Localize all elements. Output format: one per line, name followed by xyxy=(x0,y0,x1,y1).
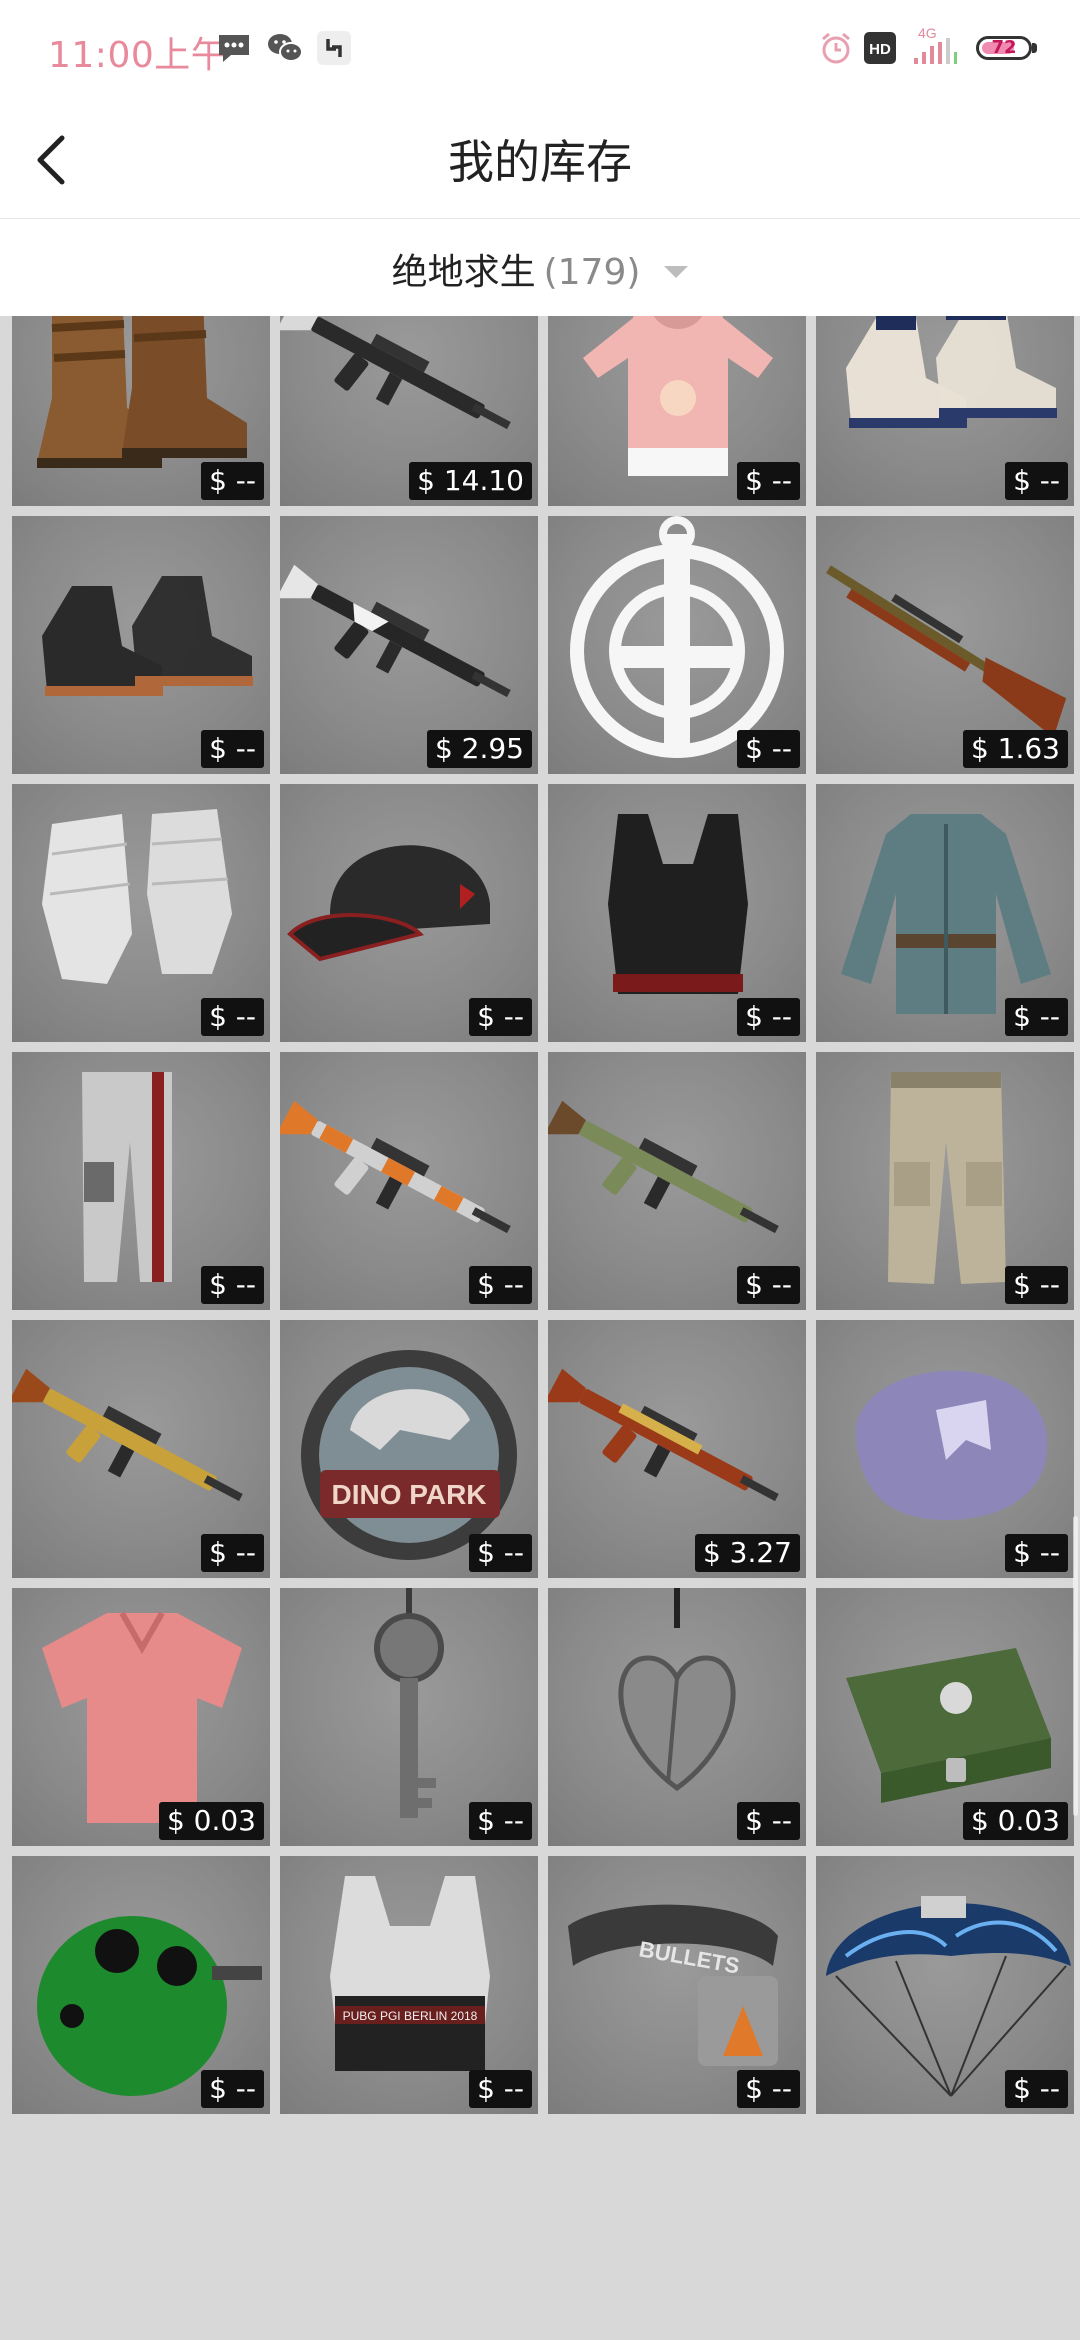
inventory-item[interactable]: BULLETS $ -- xyxy=(548,1856,806,2114)
signal-icon: 4G xyxy=(910,24,966,72)
inventory-item[interactable]: PUBG PGI BERLIN 2018 $ -- xyxy=(280,1856,538,2114)
game-filter-label: 绝地求生 xyxy=(391,252,536,293)
inventory-item[interactable]: $ 0.03 xyxy=(816,1588,1074,1846)
item-price: $ -- xyxy=(201,1266,264,1304)
item-price: $ -- xyxy=(1005,462,1068,500)
item-price: $ -- xyxy=(737,730,800,768)
item-price: $ -- xyxy=(469,1802,532,1840)
game-filter-dropdown[interactable]: 绝地求生 (179) xyxy=(0,219,1080,316)
inventory-item[interactable]: $ 0.03 xyxy=(12,1588,270,1846)
inventory-item[interactable]: $ 3.27 xyxy=(548,1320,806,1578)
item-price: $ 0.03 xyxy=(158,1802,264,1840)
item-price: $ -- xyxy=(737,998,800,1036)
item-price: $ -- xyxy=(1005,998,1068,1036)
inventory-item[interactable]: $ 2.95 xyxy=(280,516,538,774)
item-price: $ -- xyxy=(201,462,264,500)
status-time: 11:00上午 xyxy=(48,35,228,76)
app-header: 我的库存 xyxy=(0,100,1080,219)
inventory-item[interactable]: $ -- xyxy=(816,1052,1074,1310)
inventory-item[interactable]: $ -- xyxy=(548,1588,806,1846)
hd-label: HD xyxy=(869,41,891,58)
alarm-icon xyxy=(818,30,854,70)
battery-tip xyxy=(1032,43,1037,53)
inventory-item[interactable]: $ -- xyxy=(12,1320,270,1578)
item-price: $ 1.63 xyxy=(962,730,1068,768)
inventory-item[interactable]: $ -- xyxy=(12,1856,270,2114)
page-title: 我的库存 xyxy=(448,135,632,189)
inventory-item[interactable]: $ -- xyxy=(280,1588,538,1846)
inventory-item[interactable]: $ -- xyxy=(12,516,270,774)
inventory-item[interactable]: $ -- xyxy=(280,784,538,1042)
scrollbar[interactable] xyxy=(1073,1516,1078,1816)
app-notification-icon xyxy=(316,30,352,70)
network-type: 4G xyxy=(918,25,937,41)
item-price: $ 14.10 xyxy=(409,462,532,500)
battery-level: 72 xyxy=(991,37,1017,58)
inventory-item[interactable]: $ -- xyxy=(548,516,806,774)
inventory-item[interactable]: $ -- xyxy=(548,316,806,506)
dropdown-caret-icon xyxy=(664,266,689,278)
inventory-item[interactable]: $ 14.10 xyxy=(280,316,538,506)
inventory-item[interactable]: $ -- xyxy=(816,784,1074,1042)
item-price: $ -- xyxy=(737,1266,800,1304)
item-price: $ -- xyxy=(469,1534,532,1572)
item-count: (179) xyxy=(543,252,641,293)
item-price: $ -- xyxy=(1005,1534,1068,1572)
inventory-item[interactable]: $ -- xyxy=(548,784,806,1042)
inventory-item[interactable]: $ -- xyxy=(816,1856,1074,2114)
status-bar: 11:00上午 HD 4G 72 xyxy=(0,0,1080,100)
item-price: $ -- xyxy=(737,462,800,500)
item-price: $ -- xyxy=(201,2070,264,2108)
inventory-item[interactable]: $ -- xyxy=(280,1052,538,1310)
hd-icon: HD xyxy=(864,32,896,68)
item-price: $ -- xyxy=(469,1266,532,1304)
item-price: $ -- xyxy=(737,1802,800,1840)
inventory-item[interactable]: $ -- xyxy=(12,784,270,1042)
battery-icon: 72 xyxy=(976,36,1032,60)
item-price: $ -- xyxy=(201,1534,264,1572)
inventory-item[interactable]: $ -- xyxy=(12,1052,270,1310)
item-price: $ 3.27 xyxy=(694,1534,800,1572)
item-price: $ -- xyxy=(737,2070,800,2108)
message-icon xyxy=(216,30,252,70)
item-price: $ -- xyxy=(469,2070,532,2108)
inventory-item[interactable]: $ 1.63 xyxy=(816,516,1074,774)
item-price: $ -- xyxy=(469,998,532,1036)
item-price: $ 2.95 xyxy=(426,730,532,768)
inventory-item[interactable]: DINO PARK $ -- xyxy=(280,1320,538,1578)
inventory-item[interactable]: $ -- xyxy=(12,316,270,506)
inventory-item[interactable]: $ -- xyxy=(816,1320,1074,1578)
inventory-grid[interactable]: $ -- $ -- $ -- $ -- $ -- $ 14.10 $ -- $ -- $… xyxy=(0,316,1080,2340)
item-price: $ -- xyxy=(1005,1266,1068,1304)
item-price: $ 0.03 xyxy=(962,1802,1068,1840)
item-price: $ -- xyxy=(201,730,264,768)
wechat-icon xyxy=(266,30,304,70)
svg-text:DINO PARK: DINO PARK xyxy=(331,1479,486,1510)
svg-text:PUBG PGI BERLIN 2018: PUBG PGI BERLIN 2018 xyxy=(343,2009,478,2023)
inventory-item[interactable]: $ -- xyxy=(816,316,1074,506)
item-price: $ -- xyxy=(1005,2070,1068,2108)
item-price: $ -- xyxy=(201,998,264,1036)
inventory-item[interactable]: $ -- xyxy=(548,1052,806,1310)
